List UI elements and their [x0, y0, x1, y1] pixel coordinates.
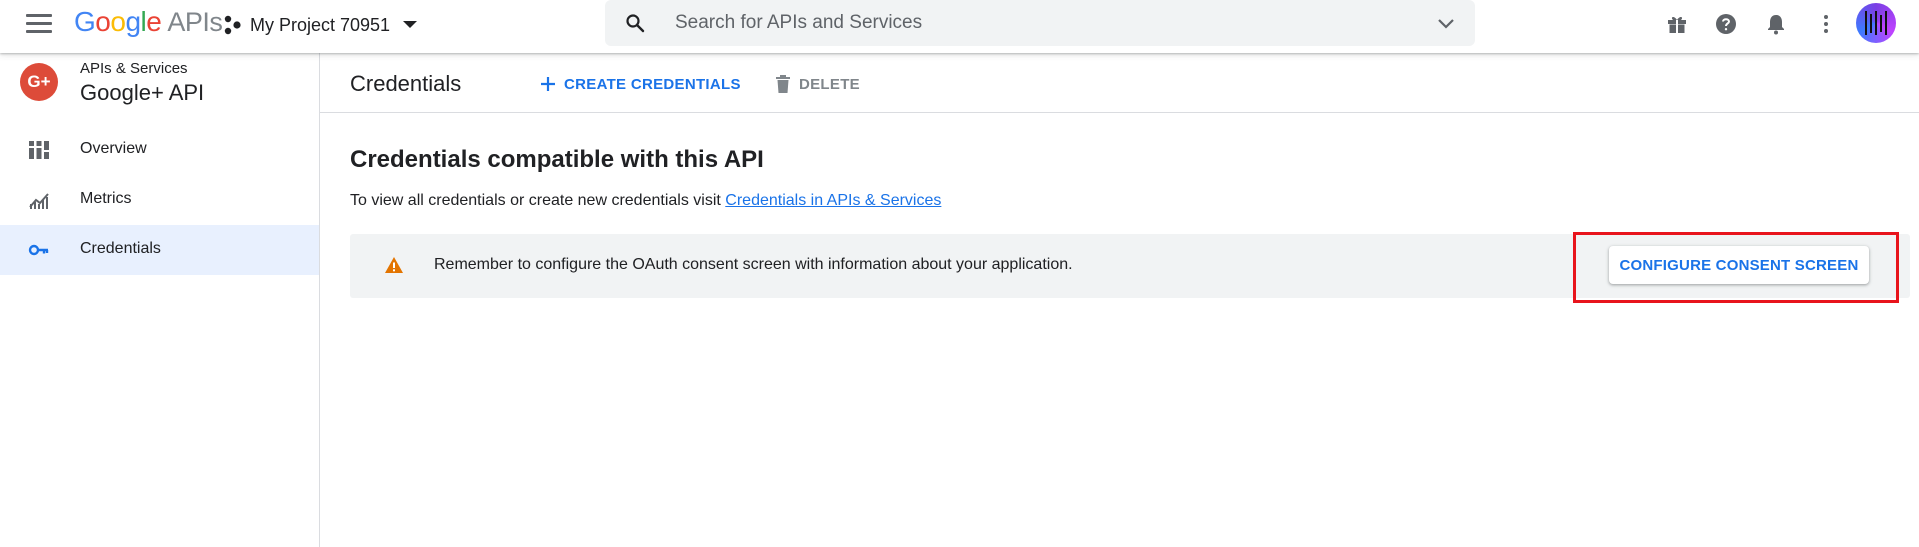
- sidebar-item-metrics[interactable]: Metrics: [0, 175, 319, 225]
- page-toolbar: Credentials CREATE CREDENTIALS DELETE: [320, 53, 1919, 113]
- api-section-label: APIs & Services: [80, 60, 188, 77]
- api-name: Google+ API: [80, 80, 205, 105]
- caret-down-icon: [403, 21, 418, 28]
- create-credentials-button[interactable]: CREATE CREDENTIALS: [540, 71, 741, 97]
- project-picker[interactable]: My Project 70951: [222, 10, 418, 40]
- main-content: Credentials CREATE CREDENTIALS DELETE Cr…: [320, 53, 1919, 547]
- notifications-icon[interactable]: [1764, 12, 1788, 36]
- search-bar[interactable]: [605, 0, 1475, 46]
- warning-icon: [385, 257, 403, 273]
- configure-consent-screen-button[interactable]: CONFIGURE CONSENT SCREEN: [1609, 246, 1869, 284]
- sidebar-item-label: Credentials: [80, 240, 161, 257]
- section-description-text: To view all credentials or create new cr…: [350, 192, 726, 209]
- google-wordmark: Google: [74, 6, 162, 37]
- search-input[interactable]: [675, 8, 1375, 38]
- project-dots-icon: [224, 15, 241, 35]
- delete-label: DELETE: [799, 75, 860, 93]
- google-plus-logo: G+: [20, 63, 58, 101]
- credentials-link[interactable]: Credentials in APIs & Services: [725, 192, 941, 209]
- add-icon: [541, 77, 555, 91]
- sidebar-item-label: Overview: [80, 140, 147, 157]
- create-credentials-label: CREATE CREDENTIALS: [564, 75, 741, 93]
- more-vert-icon[interactable]: [1814, 12, 1838, 36]
- metrics-icon: [29, 193, 49, 209]
- page-title: Credentials: [350, 71, 462, 96]
- delete-button[interactable]: DELETE: [775, 71, 860, 97]
- gift-icon[interactable]: [1665, 12, 1689, 36]
- top-app-bar: Google APIs My Project 70951: [0, 0, 1919, 53]
- left-sidebar: G+ APIs & Services Google+ API Overview …: [0, 53, 320, 547]
- sidebar-item-overview[interactable]: Overview: [0, 125, 319, 175]
- section-description: To view all credentials or create new cr…: [350, 192, 941, 210]
- account-avatar[interactable]: [1856, 3, 1896, 43]
- sidebar-item-label: Metrics: [80, 190, 132, 207]
- chevron-down-icon[interactable]: [1437, 18, 1455, 30]
- menu-icon[interactable]: [26, 14, 52, 34]
- apis-wordmark: APIs: [167, 7, 223, 37]
- dashboard-icon: [29, 141, 49, 159]
- warning-message: Remember to configure the OAuth consent …: [434, 256, 1073, 273]
- search-icon: [626, 14, 645, 33]
- key-icon: [28, 244, 49, 256]
- trash-icon: [776, 75, 790, 93]
- api-header: G+ APIs & Services Google+ API: [0, 53, 319, 110]
- section-title: Credentials compatible with this API: [350, 146, 764, 173]
- sidebar-item-credentials[interactable]: Credentials: [0, 225, 319, 275]
- project-name: My Project 70951: [250, 14, 391, 35]
- avatar-pattern: [1865, 11, 1887, 35]
- google-apis-logo[interactable]: Google APIs: [74, 6, 223, 40]
- help-icon[interactable]: [1714, 12, 1738, 36]
